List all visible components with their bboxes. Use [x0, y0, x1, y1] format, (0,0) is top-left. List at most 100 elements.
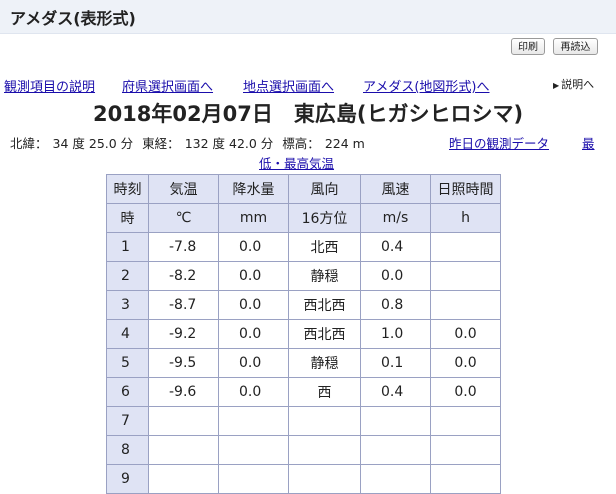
wind-speed-cell	[360, 406, 431, 436]
unit-time: 時	[106, 203, 149, 233]
altitude-value: 224 m	[324, 136, 365, 151]
unit-precipitation: mm	[218, 203, 289, 233]
temperature-cell: -8.7	[148, 290, 219, 320]
sunshine-cell: 0.0	[430, 377, 501, 407]
table-row: 8	[106, 435, 501, 465]
table-row: 3 -8.7 0.0 西北西 0.8	[106, 290, 501, 320]
hour-cell: 2	[106, 261, 149, 291]
table-row: 7	[106, 406, 501, 436]
wind-speed-cell	[360, 435, 431, 465]
table-row: 6 -9.6 0.0 西 0.4 0.0	[106, 377, 501, 407]
precipitation-cell: 0.0	[218, 261, 289, 291]
station-info: 北緯： 34 度 25.0 分 東経： 132 度 42.0 分 標高： 224 m	[10, 133, 370, 152]
wind-direction-cell	[288, 406, 361, 436]
page-title: アメダス(表形式)	[10, 9, 136, 28]
help-link[interactable]: ▶ 説明へ	[553, 76, 594, 92]
sunshine-cell: 0.0	[430, 319, 501, 349]
title-bar: アメダス(表形式)	[0, 0, 616, 34]
hour-cell: 7	[106, 406, 149, 436]
sunshine-cell	[430, 406, 501, 436]
wind-speed-cell: 0.0	[360, 261, 431, 291]
table-unit-row: 時 ℃ mm 16方位 m/s h	[106, 203, 501, 233]
sunshine-cell	[430, 290, 501, 320]
latitude-value: 34 度 25.0 分	[52, 136, 134, 151]
precipitation-cell	[218, 464, 289, 494]
precipitation-cell	[218, 435, 289, 465]
temperature-cell: -9.2	[148, 319, 219, 349]
precipitation-cell	[218, 406, 289, 436]
hour-cell: 1	[106, 232, 149, 262]
header-precipitation: 降水量	[218, 174, 289, 204]
hour-cell: 5	[106, 348, 149, 378]
temperature-cell	[148, 406, 219, 436]
header-time: 時刻	[106, 174, 149, 204]
header-wind-direction: 風向	[288, 174, 361, 204]
temperature-cell: -7.8	[148, 232, 219, 262]
table-header-row: 時刻 気温 降水量 風向 風速 日照時間	[106, 174, 501, 204]
wind-speed-cell: 0.4	[360, 377, 431, 407]
wind-speed-cell: 0.4	[360, 232, 431, 262]
wind-speed-cell	[360, 464, 431, 494]
sunshine-cell	[430, 435, 501, 465]
latitude-label: 北緯：	[10, 136, 48, 151]
sunshine-cell	[430, 261, 501, 291]
wind-direction-cell	[288, 464, 361, 494]
nav-link-item-description[interactable]: 観測項目の説明	[4, 76, 95, 95]
temperature-cell: -9.6	[148, 377, 219, 407]
header-sunshine: 日照時間	[430, 174, 501, 204]
reload-button[interactable]: 再読込	[553, 38, 598, 55]
unit-temperature: ℃	[148, 203, 219, 233]
temperature-cell: -9.5	[148, 348, 219, 378]
hour-cell: 6	[106, 377, 149, 407]
wind-direction-cell: 北西	[288, 232, 361, 262]
unit-wind-speed: m/s	[360, 203, 431, 233]
nav-link-map-view[interactable]: アメダス(地図形式)へ	[363, 76, 490, 95]
precipitation-cell: 0.0	[218, 377, 289, 407]
precipitation-cell: 0.0	[218, 290, 289, 320]
header-wind-speed: 風速	[360, 174, 431, 204]
wind-speed-cell: 1.0	[360, 319, 431, 349]
observation-table: 時刻 気温 降水量 風向 風速 日照時間 時 ℃ mm 16方位 m/s h 1…	[106, 174, 501, 494]
wind-direction-cell: 静穏	[288, 261, 361, 291]
hour-cell: 4	[106, 319, 149, 349]
precipitation-cell: 0.0	[218, 319, 289, 349]
temperature-cell: -8.2	[148, 261, 219, 291]
hour-cell: 8	[106, 435, 149, 465]
wind-direction-cell	[288, 435, 361, 465]
wind-direction-cell: 静穏	[288, 348, 361, 378]
unit-sunshine: h	[430, 203, 501, 233]
header-temperature: 気温	[148, 174, 219, 204]
table-row: 4 -9.2 0.0 西北西 1.0 0.0	[106, 319, 501, 349]
nav-link-prefecture-select[interactable]: 府県選択画面へ	[122, 76, 213, 95]
min-max-temp-link-part1[interactable]: 最	[582, 133, 595, 152]
temperature-cell	[148, 435, 219, 465]
table-row: 1 -7.8 0.0 北西 0.4	[106, 232, 501, 262]
temperature-cell	[148, 464, 219, 494]
nav-link-station-select[interactable]: 地点選択画面へ	[243, 76, 334, 95]
table-row: 5 -9.5 0.0 静穏 0.1 0.0	[106, 348, 501, 378]
triangle-right-icon: ▶	[553, 81, 560, 90]
precipitation-cell: 0.0	[218, 232, 289, 262]
table-row: 9	[106, 464, 501, 494]
wind-speed-cell: 0.8	[360, 290, 431, 320]
longitude-label: 東経：	[142, 136, 180, 151]
sunshine-cell: 0.0	[430, 348, 501, 378]
unit-wind-direction: 16方位	[288, 203, 361, 233]
yesterday-data-link[interactable]: 昨日の観測データ	[449, 133, 549, 152]
wind-direction-cell: 西	[288, 377, 361, 407]
longitude-value: 132 度 42.0 分	[184, 136, 274, 151]
hour-cell: 9	[106, 464, 149, 494]
sunshine-cell	[430, 232, 501, 262]
wind-direction-cell: 西北西	[288, 290, 361, 320]
wind-direction-cell: 西北西	[288, 319, 361, 349]
wind-speed-cell: 0.1	[360, 348, 431, 378]
sunshine-cell	[430, 464, 501, 494]
hour-cell: 3	[106, 290, 149, 320]
table-row: 2 -8.2 0.0 静穏 0.0	[106, 261, 501, 291]
precipitation-cell: 0.0	[218, 348, 289, 378]
help-label: 説明へ	[561, 78, 595, 91]
print-button[interactable]: 印刷	[511, 38, 545, 55]
min-max-temp-link-part2[interactable]: 低・最高気温	[259, 153, 334, 172]
date-station-heading: 2018年02月07日 東広島(ヒガシヒロシマ)	[92, 102, 524, 126]
altitude-label: 標高：	[282, 136, 320, 151]
